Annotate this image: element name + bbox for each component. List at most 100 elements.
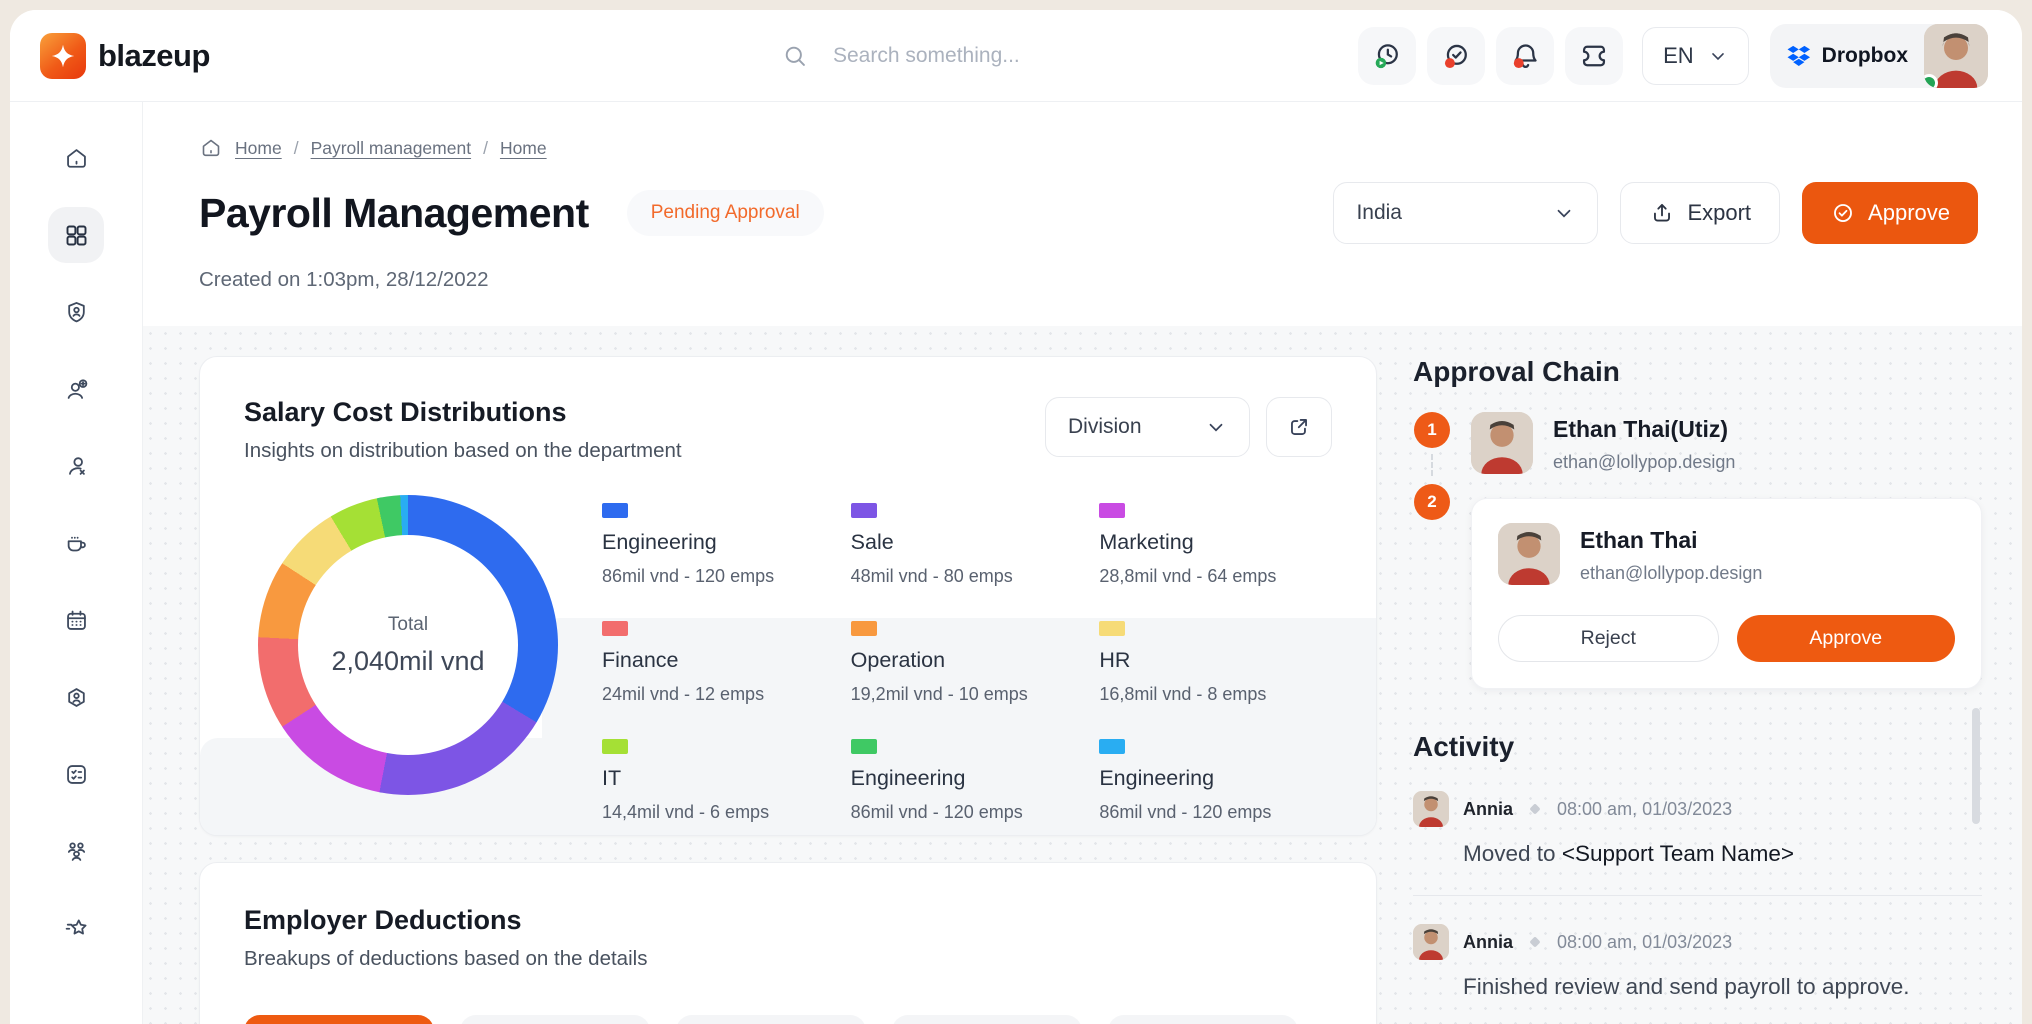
dropbox-label: Dropbox bbox=[1822, 44, 1908, 68]
coffee-break-icon bbox=[63, 530, 90, 557]
deduction-tab[interactable]: UI bbox=[892, 1015, 1082, 1024]
voucher-button[interactable] bbox=[1565, 27, 1623, 85]
reject-button[interactable]: Reject bbox=[1498, 615, 1719, 662]
language-select[interactable]: EN bbox=[1642, 27, 1749, 85]
legend-label: Engineering bbox=[851, 766, 1084, 791]
open-external-button[interactable] bbox=[1266, 397, 1332, 457]
country-select-value: India bbox=[1356, 201, 1402, 225]
legend-item: Sale 48mil vnd - 80 emps bbox=[851, 503, 1084, 587]
brand-name: blazeup bbox=[98, 38, 210, 74]
deductions-tabs: Total PF HI UI TUF bbox=[244, 1015, 1332, 1024]
legend-item: Engineering 86mil vnd - 120 emps bbox=[1099, 739, 1332, 823]
legend-value: 48mil vnd - 80 emps bbox=[851, 566, 1084, 587]
export-button[interactable]: Export bbox=[1620, 182, 1780, 244]
activity-title: Activity bbox=[1413, 731, 1982, 763]
sidebar-nav bbox=[10, 102, 143, 1024]
user-remove-icon bbox=[63, 453, 90, 480]
sidebar-item-add-user[interactable] bbox=[48, 361, 104, 417]
activity-message: Finished review and send payroll to appr… bbox=[1463, 974, 1982, 1000]
country-select[interactable]: India bbox=[1333, 182, 1598, 244]
activity-message: Moved to <Support Team Name> bbox=[1463, 841, 1982, 867]
deduction-tab[interactable]: PF bbox=[460, 1015, 650, 1024]
approve-button[interactable]: Approve bbox=[1802, 182, 1978, 244]
deduction-tab[interactable]: Total bbox=[244, 1015, 434, 1024]
current-approver-card: Ethan Thai ethan@lollypop.design Reject … bbox=[1471, 498, 1982, 689]
legend-label: Engineering bbox=[1099, 766, 1332, 791]
activity-scrollbar[interactable] bbox=[1972, 708, 1980, 824]
approver-name: Ethan Thai(Utiz) bbox=[1553, 416, 1735, 443]
chart-legend: Engineering 86mil vnd - 120 emps Sale 48… bbox=[602, 503, 1332, 823]
approver-email: ethan@lollypop.design bbox=[1580, 563, 1762, 584]
legend-value: 16,8mil vnd - 8 emps bbox=[1099, 684, 1332, 705]
step-number-badge: 1 bbox=[1414, 412, 1450, 448]
time-tracking-button[interactable] bbox=[1358, 27, 1416, 85]
activity-timestamp: 08:00 am, 01/03/2023 bbox=[1557, 932, 1732, 953]
account-area: Dropbox bbox=[1770, 24, 1988, 88]
sidebar-item-badge[interactable] bbox=[48, 284, 104, 340]
breadcrumb-separator: / bbox=[294, 138, 299, 159]
home-icon bbox=[63, 145, 90, 172]
main-content: Salary Cost Distributions Insights on di… bbox=[143, 326, 2022, 1024]
approval-chain: 1 Ethan Thai(Utiz) bbox=[1413, 412, 1982, 689]
legend-color-swatch bbox=[851, 503, 877, 518]
page-title: Payroll Management bbox=[199, 190, 589, 237]
activity-list: Annia 08:00 am, 01/03/2023 Moved to <Sup… bbox=[1413, 791, 1982, 1000]
app-window: blazeup bbox=[10, 10, 2022, 1024]
sidebar-item-team[interactable] bbox=[48, 823, 104, 879]
sidebar-item-home[interactable] bbox=[48, 130, 104, 186]
donut-total-label: Total bbox=[388, 614, 428, 636]
approver-avatar bbox=[1498, 523, 1560, 585]
right-panel: Approval Chain 1 bbox=[1413, 356, 1982, 1024]
sidebar-item-favorites[interactable] bbox=[48, 900, 104, 956]
deduction-tab[interactable]: HI bbox=[676, 1015, 866, 1024]
star-icon bbox=[63, 915, 90, 942]
legend-value: 24mil vnd - 12 emps bbox=[602, 684, 835, 705]
approvals-button[interactable] bbox=[1427, 27, 1485, 85]
division-select[interactable]: Division bbox=[1045, 397, 1250, 457]
deduction-tab[interactable]: TUF bbox=[1108, 1015, 1298, 1024]
legend-label: HR bbox=[1099, 648, 1332, 673]
bell-icon bbox=[1508, 39, 1542, 73]
top-bar: blazeup bbox=[10, 10, 2022, 102]
language-value: EN bbox=[1663, 43, 1694, 69]
brand-logo[interactable]: blazeup bbox=[40, 33, 210, 79]
breadcrumb-link-home[interactable]: Home bbox=[235, 138, 282, 159]
sidebar-item-dashboard[interactable] bbox=[48, 207, 104, 263]
search-input[interactable] bbox=[833, 44, 1133, 68]
legend-item: Engineering 86mil vnd - 120 emps bbox=[602, 503, 835, 587]
donut-total-value: 2,040mil vnd bbox=[331, 646, 484, 677]
activity-message-highlight: <Support Team Name> bbox=[1562, 841, 1794, 866]
page-header: Home / Payroll management / Home Payroll… bbox=[143, 102, 2022, 326]
chain-approve-button[interactable]: Approve bbox=[1737, 615, 1956, 662]
legend-color-swatch bbox=[851, 621, 877, 636]
sidebar-item-break[interactable] bbox=[48, 515, 104, 571]
created-timestamp: Created on 1:03pm, 28/12/2022 bbox=[199, 268, 1978, 326]
sidebar-item-remove-user[interactable] bbox=[48, 438, 104, 494]
legend-value: 19,2mil vnd - 10 emps bbox=[851, 684, 1084, 705]
activity-avatar bbox=[1413, 791, 1449, 827]
activity-separator-dot bbox=[1529, 803, 1540, 814]
donut-chart: Total 2,040mil vnd bbox=[258, 495, 558, 795]
calendar-icon bbox=[63, 607, 90, 634]
notifications-button[interactable] bbox=[1496, 27, 1554, 85]
legend-value: 86mil vnd - 120 emps bbox=[1099, 802, 1332, 823]
user-avatar[interactable] bbox=[1924, 24, 1988, 88]
sidebar-item-profile[interactable] bbox=[48, 669, 104, 725]
breadcrumb-link-payroll[interactable]: Payroll management bbox=[311, 138, 472, 159]
division-select-value: Division bbox=[1068, 415, 1142, 439]
legend-value: 28,8mil vnd - 64 emps bbox=[1099, 566, 1332, 587]
user-hexagon-icon bbox=[63, 684, 90, 711]
legend-color-swatch bbox=[602, 503, 628, 518]
sidebar-item-calendar[interactable] bbox=[48, 592, 104, 648]
dropbox-integration[interactable]: Dropbox bbox=[1770, 43, 1924, 69]
legend-label: Sale bbox=[851, 530, 1084, 555]
sidebar-item-tasks[interactable] bbox=[48, 746, 104, 802]
legend-item: HR 16,8mil vnd - 8 emps bbox=[1099, 621, 1332, 705]
export-label: Export bbox=[1687, 200, 1751, 226]
ticket-icon bbox=[1577, 39, 1611, 73]
id-badge-icon bbox=[63, 299, 90, 326]
check-circle-icon bbox=[1439, 39, 1473, 73]
legend-value: 86mil vnd - 120 emps bbox=[851, 802, 1084, 823]
breadcrumb-link-current[interactable]: Home bbox=[500, 138, 547, 159]
approver-email: ethan@lollypop.design bbox=[1553, 452, 1735, 473]
